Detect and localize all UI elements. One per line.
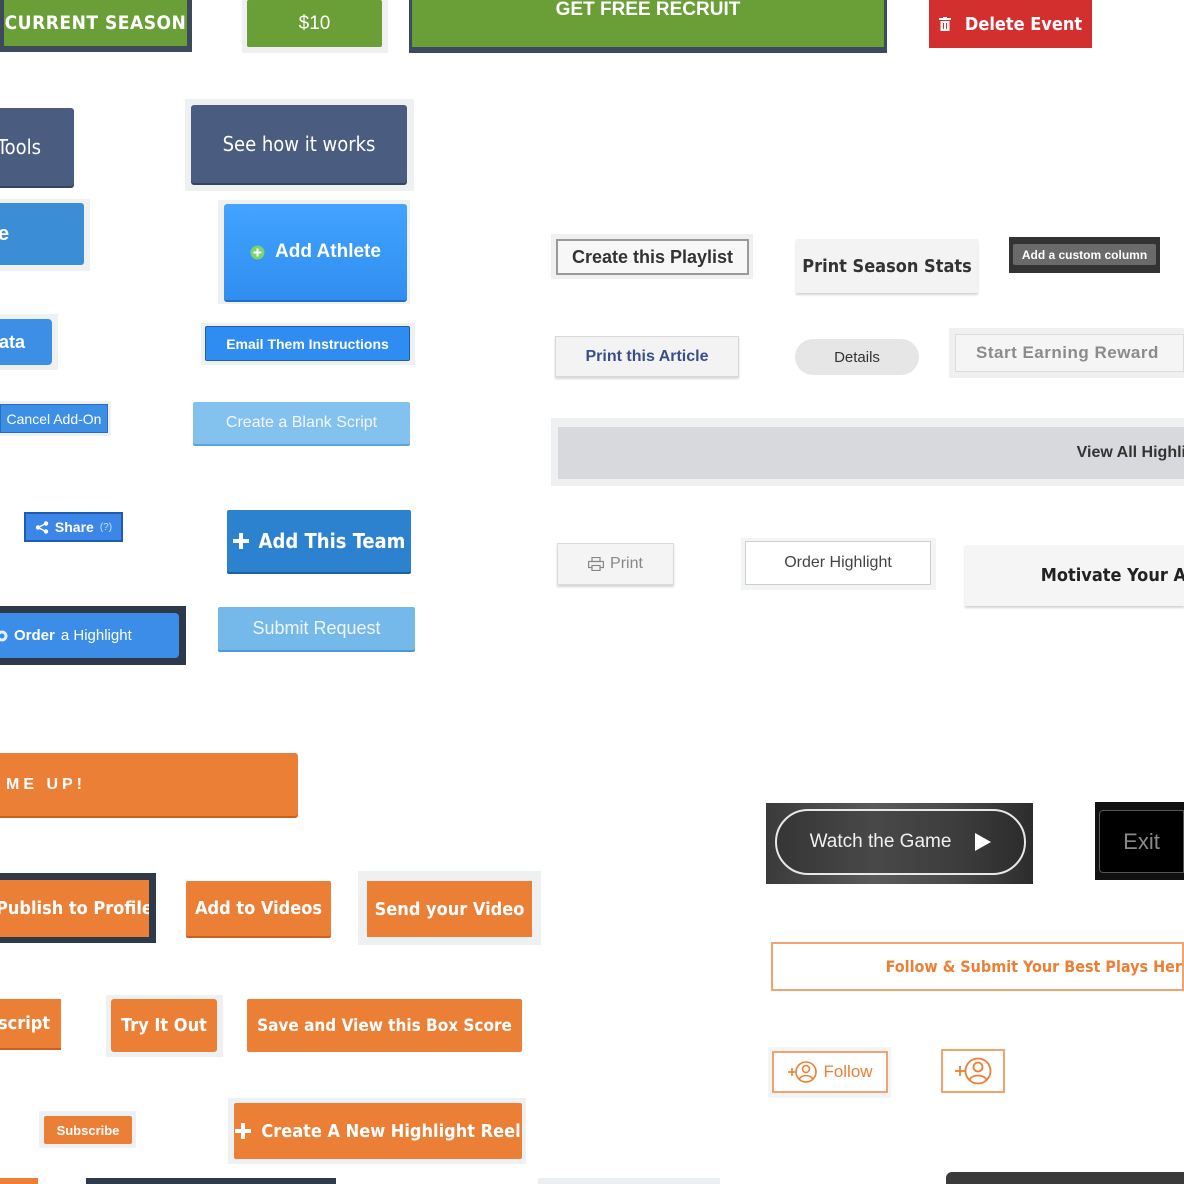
motivate-button[interactable]: Motivate Your A (965, 545, 1184, 606)
custom-column-label: Add a custom column (1021, 247, 1148, 262)
view-all-highlights-button[interactable]: View All Highli (558, 427, 1184, 479)
bottom-fragment-orange (0, 1178, 38, 1184)
add-team-label: Add This Team (258, 529, 406, 553)
follow-submit-button[interactable]: Follow & Submit Your Best Plays Her (771, 942, 1184, 991)
plus-icon (235, 1123, 252, 1139)
print-article-label: Print this Article (585, 347, 709, 365)
share-help-label: (?) (99, 521, 113, 533)
plus-icon (232, 533, 249, 549)
email-instructions-button[interactable]: Email Them Instructions (205, 326, 410, 361)
create-playlist-label: Create this Playlist (571, 246, 734, 267)
bottom-fragment-dark (86, 1178, 336, 1184)
exit-label: Exit (1123, 828, 1160, 854)
camera-icon (0, 630, 8, 642)
order-highlight-button[interactable]: Order Highlight (745, 541, 931, 585)
partial-ata-label: ata (0, 331, 26, 352)
partial-e-button[interactable]: e (0, 203, 84, 265)
bottom-fragment-grey (538, 1178, 720, 1184)
email-instructions-label: Email Them Instructions (226, 335, 389, 352)
tools-label: Tools (0, 135, 41, 159)
delete-event-label: Delete Event (964, 13, 1083, 35)
play-icon (975, 833, 992, 851)
order-b-label: a Highlight (60, 627, 132, 644)
add-videos-label: Add to Videos (195, 898, 322, 919)
try-it-out-button[interactable]: Try It Out (111, 999, 217, 1052)
current-season-label: CURRENT SEASON (4, 12, 187, 34)
submit-request-label: Submit Request (252, 618, 381, 638)
me-up-button[interactable]: ME UP! (0, 753, 298, 816)
script-label: script (0, 1013, 51, 1034)
send-your-video-button[interactable]: Send your Video (367, 881, 532, 937)
create-highlight-reel-button[interactable]: Create A New Highlight Reel (234, 1103, 522, 1159)
create-blank-script-label: Create a Blank Script (225, 414, 378, 431)
share-button[interactable]: Share (?) (24, 512, 123, 542)
partial-ata-button[interactable]: ata (0, 319, 52, 365)
print-article-button[interactable]: Print this Article (555, 336, 739, 377)
create-blank-script-button[interactable]: Create a Blank Script (193, 402, 410, 444)
current-season-button[interactable]: CURRENT SEASON (4, 0, 187, 46)
follow-button[interactable]: Follow (772, 1051, 888, 1093)
order-highlight-label: Order Highlight (784, 554, 892, 571)
create-playlist-button[interactable]: Create this Playlist (556, 239, 749, 275)
details-label: Details (834, 348, 880, 366)
bottom-fragment-dark-right (946, 1172, 1184, 1184)
get-free-recruit-button[interactable]: GET FREE RECRUIT (412, 0, 884, 47)
cancel-addon-label: Cancel Add-On (6, 410, 102, 427)
print-button[interactable]: Print (557, 543, 674, 585)
follow-submit-label: Follow & Submit Your Best Plays Her (885, 957, 1182, 976)
add-this-team-button[interactable]: Add This Team (227, 510, 411, 572)
motivate-label: Motivate Your A (1040, 565, 1184, 586)
get-free-recruit-label: GET FREE RECRUIT (555, 0, 741, 20)
send-video-label: Send your Video (374, 898, 525, 920)
order-a-highlight-button[interactable]: Order a Highlight (0, 613, 179, 658)
save-box-score-label: Save and View this Box Score (257, 1015, 512, 1036)
publish-to-profile-button[interactable]: Publish to Profile (0, 880, 149, 937)
exit-button[interactable]: Exit (1099, 810, 1184, 873)
script-button[interactable]: script (0, 999, 61, 1048)
watch-the-game-button[interactable]: Watch the Game (775, 809, 1026, 875)
price-label: $10 (298, 12, 331, 34)
follow-icon-button[interactable] (941, 1049, 1005, 1093)
add-custom-column-button[interactable]: Add a custom column (1013, 244, 1156, 265)
see-how-it-works-button[interactable]: See how it works (191, 105, 407, 183)
print-stats-label: Print Season Stats (802, 255, 972, 277)
add-user-icon (954, 1057, 992, 1085)
view-all-label: View All Highli (1076, 444, 1184, 461)
share-label: Share (54, 519, 94, 535)
submit-request-button[interactable]: Submit Request (218, 607, 415, 650)
printer-icon (588, 557, 605, 571)
me-up-label: ME UP! (6, 775, 86, 793)
trash-icon (938, 17, 951, 31)
price-button[interactable]: $10 (247, 0, 382, 47)
start-earning-button[interactable]: Start Earning Reward (955, 334, 1184, 372)
subscribe-label: Subscribe (56, 1122, 120, 1138)
add-athlete-label: Add Athlete (275, 241, 381, 262)
subscribe-button[interactable]: Subscribe (44, 1116, 132, 1144)
add-athlete-button[interactable]: Add Athlete (224, 204, 407, 300)
add-user-icon (787, 1061, 818, 1083)
print-season-stats-button[interactable]: Print Season Stats (796, 239, 978, 293)
delete-event-button[interactable]: Delete Event (929, 0, 1092, 48)
try-out-label: Try It Out (121, 1015, 207, 1036)
plus-circle-icon (250, 245, 265, 260)
follow-label: Follow (823, 1062, 873, 1081)
watch-game-label: Watch the Game (809, 831, 952, 852)
order-a-label: Order (14, 627, 55, 644)
print-label: Print (610, 555, 643, 572)
save-box-score-button[interactable]: Save and View this Box Score (247, 999, 522, 1052)
share-icon (35, 520, 49, 534)
cancel-addon-button[interactable]: Cancel Add-On (0, 404, 108, 433)
start-earning-label: Start Earning Reward (976, 343, 1159, 362)
publish-label: Publish to Profile (0, 898, 149, 919)
create-reel-label: Create A New Highlight Reel (261, 1120, 521, 1142)
details-button[interactable]: Details (795, 339, 919, 375)
add-to-videos-button[interactable]: Add to Videos (186, 881, 331, 936)
see-how-label: See how it works (222, 132, 376, 156)
tools-button[interactable]: Tools (0, 108, 74, 186)
partial-e-label: e (0, 222, 10, 245)
